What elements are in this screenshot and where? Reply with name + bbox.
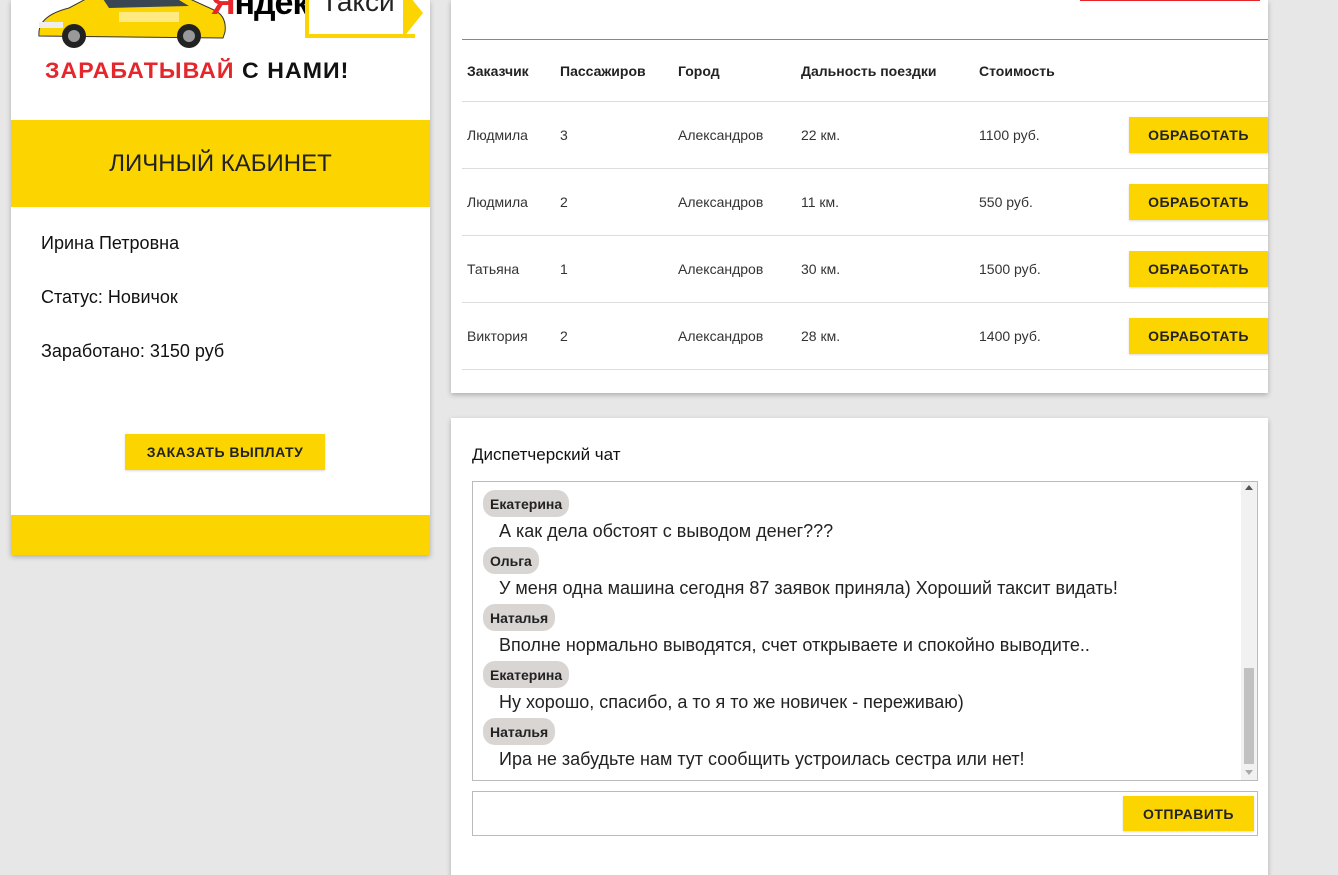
send-button[interactable]: ОТПРАВИТЬ (1123, 796, 1254, 831)
col-passengers: Пассажиров (560, 62, 646, 79)
message-list: Екатерина А как дела обстоят с выводом д… (483, 490, 1239, 775)
cell-action: ОБРАБОТАТЬ (1119, 102, 1268, 169)
cell-price: 550 руб. (979, 194, 1033, 210)
slogan: ЗАРАБАТЫВАЙ С НАМИ! (45, 58, 349, 84)
table-row: Татьяна 1 Александров 30 км. 1500 руб. О… (462, 235, 1268, 303)
cabinet-title: ЛИЧНЫЙ КАБИНЕТ (11, 120, 430, 207)
cell-distance: 22 км. (801, 127, 841, 143)
col-action (1119, 40, 1268, 102)
taxi-car-image (38, 0, 226, 48)
user-info: Ирина Петровна Статус: Новичок Заработан… (11, 207, 430, 361)
cell-passengers: 2 (560, 194, 568, 210)
cell-customer: Татьяна (467, 261, 520, 277)
chat-message: Ольга У меня одна машина сегодня 87 заяв… (483, 547, 1239, 604)
cell-customer: Людмила (467, 194, 528, 210)
cell-city: Александров (678, 328, 764, 344)
chat-message-input[interactable] (473, 792, 1113, 835)
user-name: Ирина Петровна (41, 233, 180, 253)
message-text: У меня одна машина сегодня 87 заявок при… (499, 578, 1118, 598)
message-text: Ну хорошо, спасибо, а то я то же новичек… (499, 692, 964, 712)
top-action-button[interactable] (1080, 0, 1260, 1)
table-row: Виктория 2 Александров 28 км. 1400 руб. … (462, 302, 1268, 370)
profile-card: Яндекс Такси ЗАРАБАТЫВАЙ С НАМИ! ЛИЧНЫЙ … (11, 0, 430, 555)
col-city: Город (678, 62, 720, 79)
slogan-red: ЗАРАБАТЫВАЙ (45, 58, 235, 83)
chat-messages-box[interactable]: Екатерина А как дела обстоят с выводом д… (472, 481, 1258, 781)
table-row: Людмила 3 Александров 22 км. 1100 руб. О… (462, 101, 1268, 169)
cell-distance: 30 км. (801, 261, 841, 277)
cell-action: ОБРАБОТАТЬ (1119, 236, 1268, 303)
order-payout-button[interactable]: ЗАКАЗАТЬ ВЫПЛАТУ (125, 434, 325, 470)
chat-message: Екатерина Ну хорошо, спасибо, а то я то … (483, 661, 1239, 718)
chat-scrollbar[interactable] (1241, 482, 1257, 780)
taxi-logo-text: Такси (321, 0, 395, 17)
col-distance: Дальность поездки (801, 62, 937, 79)
message-author: Екатерина (483, 661, 570, 688)
cell-distance: 28 км. (801, 328, 841, 344)
cell-passengers: 3 (560, 127, 568, 143)
scroll-down-arrow-icon[interactable] (1245, 770, 1253, 775)
taxi-logo-arrow (403, 0, 423, 38)
cell-passengers: 1 (560, 261, 568, 277)
scroll-thumb[interactable] (1244, 668, 1254, 764)
cell-price: 1100 руб. (979, 127, 1040, 143)
cell-city: Александров (678, 261, 764, 277)
chat-input-row: ОТПРАВИТЬ (472, 791, 1258, 836)
chat-message: Наталья Ира не забудьте нам тут сообщить… (483, 718, 1239, 775)
cell-customer: Людмила (467, 127, 528, 143)
message-text: А как дела обстоят с выводом денег??? (499, 521, 834, 541)
cell-city: Александров (678, 127, 764, 143)
cell-action: ОБРАБОТАТЬ (1119, 169, 1268, 236)
chat-message: Екатерина А как дела обстоят с выводом д… (483, 490, 1239, 547)
message-author: Наталья (483, 718, 556, 745)
col-price: Стоимость (979, 62, 1055, 79)
scroll-up-arrow-icon[interactable] (1245, 485, 1253, 490)
cell-passengers: 2 (560, 328, 568, 344)
cell-city: Александров (678, 194, 764, 210)
message-author: Наталья (483, 604, 556, 631)
process-order-button[interactable]: ОБРАБОТАТЬ (1129, 318, 1268, 354)
user-status: Статус: Новичок (41, 287, 178, 307)
orders-table-header: Заказчик Пассажиров Город Дальность поез… (462, 39, 1268, 102)
promo-banner: Яндекс Такси ЗАРАБАТЫВАЙ С НАМИ! (11, 0, 430, 120)
cell-price: 1400 руб. (979, 328, 1041, 344)
slogan-black: С НАМИ! (242, 58, 350, 83)
user-earned: Заработано: 3150 руб (41, 341, 225, 361)
orders-table: Заказчик Пассажиров Город Дальность поез… (462, 39, 1268, 370)
col-customer: Заказчик (467, 62, 529, 79)
message-author: Ольга (483, 547, 539, 574)
chat-message: Наталья Вполне нормально выводятся, счет… (483, 604, 1239, 661)
cell-distance: 11 км. (801, 194, 840, 210)
table-row: Людмила 2 Александров 11 км. 550 руб. ОБ… (462, 168, 1268, 236)
dispatcher-chat-card: Диспетчерский чат Екатерина А как дела о… (451, 418, 1268, 875)
message-author: Екатерина (483, 490, 570, 517)
cell-price: 1500 руб. (979, 261, 1041, 277)
orders-card: Заказчик Пассажиров Город Дальность поез… (451, 0, 1268, 393)
cell-action: ОБРАБОТАТЬ (1119, 303, 1268, 370)
cell-customer: Виктория (467, 328, 528, 344)
message-text: Ира не забудьте нам тут сообщить устроил… (499, 749, 1025, 769)
process-order-button[interactable]: ОБРАБОТАТЬ (1129, 184, 1268, 220)
process-order-button[interactable]: ОБРАБОТАТЬ (1129, 251, 1268, 287)
message-text: Вполне нормально выводятся, счет открыва… (499, 635, 1090, 655)
chat-title: Диспетчерский чат (472, 445, 621, 464)
process-order-button[interactable]: ОБРАБОТАТЬ (1129, 117, 1268, 153)
profile-card-footer (11, 515, 430, 555)
